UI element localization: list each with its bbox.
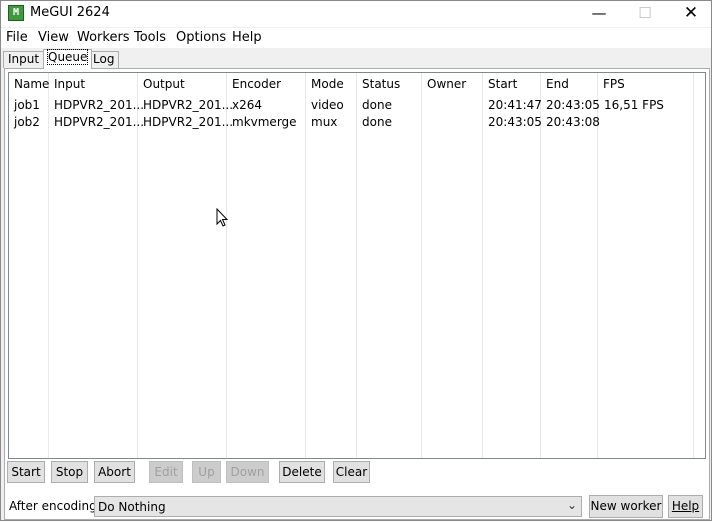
tab-input[interactable]: Input (3, 51, 45, 68)
new-worker-button[interactable]: New worker (589, 495, 663, 518)
close-button[interactable]: ✕ (668, 1, 714, 27)
start-button[interactable]: Start (7, 461, 45, 483)
job-mode-cell[interactable]: mux (311, 115, 337, 129)
column-header-encoder[interactable]: Encoder (232, 77, 281, 91)
column-header-owner[interactable]: Owner (427, 77, 466, 91)
job-start-cell[interactable]: 20:41:47 (488, 98, 542, 112)
column-separator (421, 73, 422, 458)
menu-help[interactable]: Help (232, 30, 262, 45)
help-button[interactable]: Help (668, 495, 703, 518)
job-encoder-cell[interactable]: mkvmerge (232, 115, 297, 129)
job-status-cell[interactable]: done (362, 98, 392, 112)
column-separator (356, 73, 357, 458)
job-encoder-cell[interactable]: x264 (232, 98, 262, 112)
job-output-cell[interactable]: HDPVR2_201... (143, 98, 233, 112)
job-status-cell[interactable]: done (362, 115, 392, 129)
column-separator (540, 73, 541, 458)
job-mode-cell[interactable]: video (311, 98, 344, 112)
job-fps-cell[interactable]: 16,51 FPS (604, 98, 664, 112)
column-separator (137, 73, 138, 458)
menu-view[interactable]: View (38, 30, 69, 45)
up-button[interactable]: Up (192, 461, 221, 483)
after-encoding-value: Do Nothing (98, 500, 166, 514)
column-separator (482, 73, 483, 458)
job-output-cell[interactable]: HDPVR2_201... (143, 115, 233, 129)
column-separator (693, 73, 694, 458)
column-separator (597, 73, 598, 458)
column-header-status[interactable]: Status (362, 77, 400, 91)
after-encoding-label: After encoding: (9, 499, 101, 513)
job-name-cell[interactable]: job2 (14, 115, 40, 129)
clear-button[interactable]: Clear (333, 461, 370, 483)
edit-button[interactable]: Edit (149, 461, 183, 483)
chevron-down-icon: ⌄ (566, 498, 577, 512)
menu-file[interactable]: File (6, 30, 28, 45)
down-button[interactable]: Down (226, 461, 269, 483)
column-header-output[interactable]: Output (143, 77, 185, 91)
job-input-cell[interactable]: HDPVR2_201... (54, 115, 144, 129)
megui-app-icon: M (8, 5, 24, 21)
megui-window: M MeGUI 2624 — ☐ ✕ File View Workers Too… (0, 0, 712, 521)
title-bar: M MeGUI 2624 — ☐ ✕ (1, 1, 711, 27)
stop-button[interactable]: Stop (51, 461, 88, 483)
column-separator (226, 73, 227, 458)
menu-tools[interactable]: Tools (134, 30, 166, 45)
column-header-start[interactable]: Start (488, 77, 517, 91)
abort-button[interactable]: Abort (94, 461, 135, 483)
delete-button[interactable]: Delete (279, 461, 325, 483)
job-start-cell[interactable]: 20:43:05 (488, 115, 542, 129)
column-separator (48, 73, 49, 458)
tab-queue[interactable]: Queue (43, 49, 93, 69)
column-header-fps[interactable]: FPS (603, 77, 625, 91)
column-header-end[interactable]: End (546, 77, 569, 91)
job-end-cell[interactable]: 20:43:05 (546, 98, 600, 112)
queue-list[interactable]: Name Input Output Encoder Mode Status Ow… (8, 72, 706, 459)
queue-panel: Name Input Output Encoder Mode Status Ow… (4, 68, 710, 520)
menu-bar: File View Workers Tools Options Help (1, 28, 711, 48)
menu-options[interactable]: Options (176, 30, 226, 45)
job-end-cell[interactable]: 20:43:08 (546, 115, 600, 129)
maximize-button[interactable]: ☐ (622, 1, 668, 27)
tab-log[interactable]: Log (88, 51, 120, 68)
tab-queue-label: Queue (46, 49, 89, 65)
after-encoding-select[interactable]: Do Nothing ⌄ (94, 496, 582, 517)
column-header-name[interactable]: Name (14, 77, 49, 91)
column-header-mode[interactable]: Mode (311, 77, 344, 91)
job-name-cell[interactable]: job1 (14, 98, 40, 112)
minimize-button[interactable]: — (576, 1, 622, 27)
window-title: MeGUI 2624 (30, 5, 110, 20)
job-input-cell[interactable]: HDPVR2_201... (54, 98, 144, 112)
column-header-input[interactable]: Input (54, 77, 85, 91)
mouse-cursor-icon (216, 208, 229, 227)
menu-workers[interactable]: Workers (77, 30, 130, 45)
column-separator (305, 73, 306, 458)
